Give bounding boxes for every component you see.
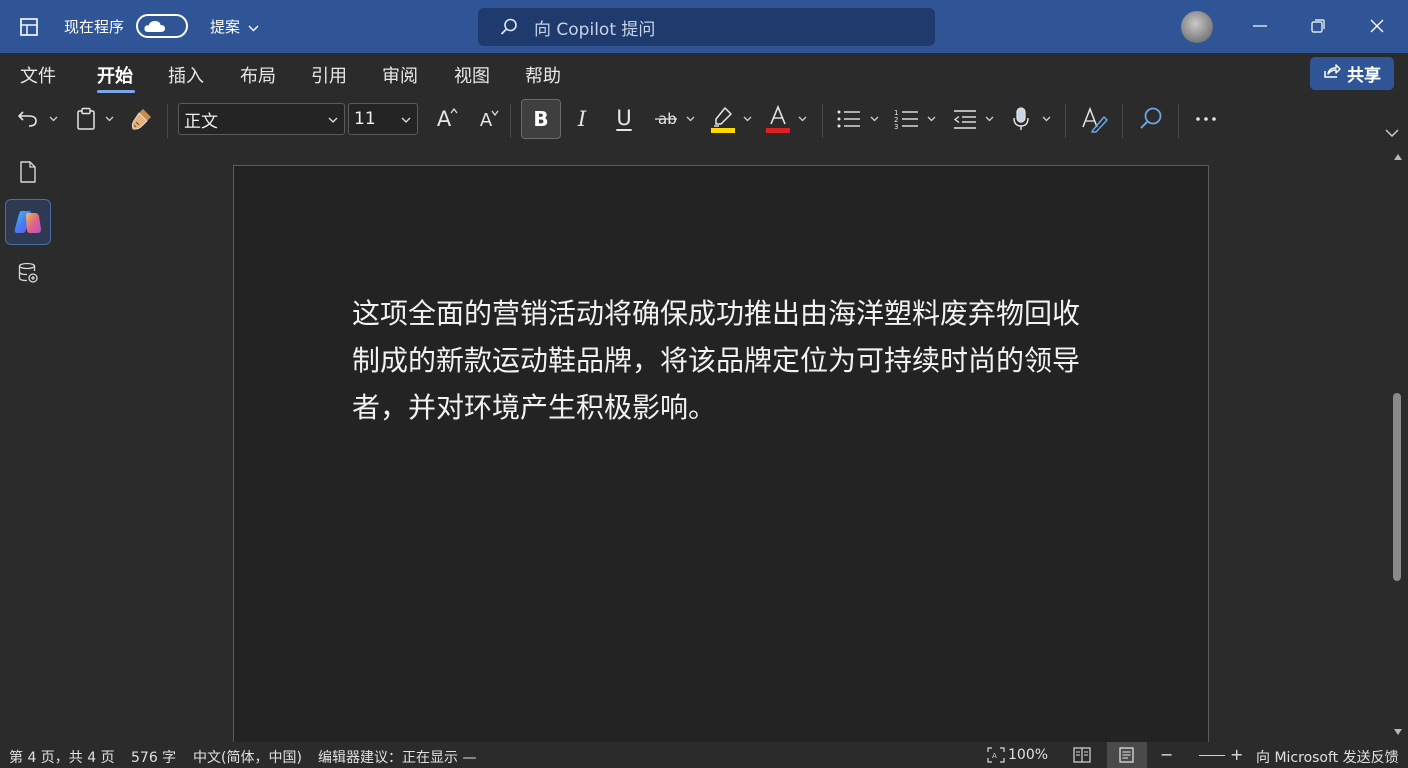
chevron-down-icon[interactable] xyxy=(685,114,695,124)
status-bar: 第 4 页，共 4 页 576 字 中文(简体，中国) 编辑器建议：正在显示 —… xyxy=(0,742,1408,768)
zoom-in-button[interactable]: + xyxy=(1230,745,1243,764)
chevron-down-icon[interactable] xyxy=(1041,114,1051,124)
chevron-down-icon xyxy=(248,18,259,36)
avatar[interactable] xyxy=(1181,11,1213,43)
chevron-down-icon[interactable] xyxy=(742,114,752,124)
language-indicator[interactable]: 中文(简体，中国) xyxy=(193,747,302,767)
undo-icon[interactable] xyxy=(16,106,40,130)
ribbon-collapse-chevron-icon[interactable] xyxy=(1385,128,1399,138)
proposal-menu[interactable]: 提案 xyxy=(210,16,259,37)
bold-icon: B xyxy=(533,107,549,131)
cloud-icon xyxy=(142,19,168,33)
tab-view[interactable]: 视图 xyxy=(454,62,490,88)
italic-button[interactable]: I xyxy=(570,106,594,132)
tab-file[interactable]: 文件 xyxy=(20,62,56,88)
feedback-link[interactable]: 向 Microsoft 发送反馈 xyxy=(1256,747,1399,767)
style-value: 正文 xyxy=(184,111,218,132)
svg-text:A: A xyxy=(992,752,997,760)
tab-references[interactable]: 引用 xyxy=(311,62,347,88)
close-icon[interactable] xyxy=(1364,13,1390,39)
clipboard-icon[interactable] xyxy=(74,106,98,132)
autosave-toggle[interactable] xyxy=(136,14,188,38)
search-icon xyxy=(498,16,520,38)
vertical-scrollbar[interactable] xyxy=(1388,146,1408,742)
proposal-label: 提案 xyxy=(210,18,241,36)
shrink-font-button[interactable]: A xyxy=(473,108,499,132)
font-size-dropdown[interactable]: 11 xyxy=(348,103,418,135)
svg-text:3: 3 xyxy=(894,123,898,130)
scrollbar-thumb[interactable] xyxy=(1393,393,1401,581)
copilot-search-box[interactable]: 向 Copilot 提问 xyxy=(478,8,935,46)
focus-icon[interactable]: A xyxy=(987,746,1005,764)
copilot-icon xyxy=(13,208,43,236)
underline-button[interactable]: U xyxy=(612,104,636,132)
style-dropdown[interactable]: 正文 xyxy=(178,103,345,135)
chevron-down-icon[interactable] xyxy=(984,114,994,124)
underline-icon: U xyxy=(616,106,632,130)
copilot-button[interactable] xyxy=(5,199,51,245)
zoom-out-button[interactable]: − xyxy=(1160,745,1173,764)
more-icon[interactable] xyxy=(1194,110,1218,128)
zoom-level[interactable]: 100% xyxy=(1008,747,1048,763)
italic-icon: I xyxy=(577,107,587,131)
format-painter-icon[interactable] xyxy=(128,105,154,133)
toolbar-separator xyxy=(1178,104,1179,138)
chevron-down-icon[interactable] xyxy=(797,114,807,124)
strikethrough-icon[interactable]: ab xyxy=(654,107,678,131)
app-grid-icon[interactable] xyxy=(18,16,40,38)
find-icon[interactable] xyxy=(1137,105,1165,133)
undo-dropdown-chevron-icon[interactable] xyxy=(48,114,58,124)
chevron-down-icon[interactable] xyxy=(926,114,936,124)
autosave-label: 现在程序 xyxy=(64,18,125,36)
highlight-color-swatch xyxy=(711,128,735,133)
read-mode-icon[interactable] xyxy=(1073,746,1091,764)
minimize-icon[interactable] xyxy=(1247,13,1273,39)
highlighter-icon[interactable] xyxy=(710,104,736,134)
chevron-down-icon[interactable] xyxy=(869,114,879,124)
active-tab-indicator xyxy=(97,90,135,93)
toolbar-separator xyxy=(510,104,511,138)
search-placeholder: 向 Copilot 提问 xyxy=(534,19,656,40)
font-size-value: 11 xyxy=(354,109,376,129)
page-info[interactable]: 第 4 页，共 4 页 xyxy=(9,747,115,767)
editor-suggestion-status[interactable]: 编辑器建议：正在显示 — xyxy=(318,747,476,767)
toolbar-separator xyxy=(1122,104,1123,138)
tab-review[interactable]: 审阅 xyxy=(382,62,418,88)
font-color-icon[interactable] xyxy=(765,103,791,134)
tab-insert[interactable]: 插入 xyxy=(168,62,204,88)
zoom-slider[interactable] xyxy=(1199,755,1225,756)
tab-layout[interactable]: 布局 xyxy=(240,62,276,88)
restore-icon[interactable] xyxy=(1305,13,1331,39)
document-page[interactable]: 这项全面的营销活动将确保成功推出由海洋塑料废弃物回收制成的新款运动鞋品牌，将该品… xyxy=(233,165,1209,742)
chevron-down-icon xyxy=(328,115,338,125)
share-label: 共享 xyxy=(1347,66,1381,86)
bold-button[interactable]: B xyxy=(521,99,561,139)
toolbar-separator xyxy=(167,104,168,138)
editor-icon[interactable] xyxy=(1080,104,1108,134)
share-icon xyxy=(1323,63,1341,84)
document-body-text[interactable]: 这项全面的营销活动将确保成功推出由海洋塑料废弃物回收制成的新款运动鞋品牌，将该品… xyxy=(352,290,1092,431)
chevron-down-icon xyxy=(401,115,411,125)
ribbon-tabs xyxy=(0,53,1408,96)
paste-dropdown-chevron-icon[interactable] xyxy=(104,114,114,124)
document-icon[interactable] xyxy=(16,160,40,184)
toolbar-separator xyxy=(1065,104,1066,138)
dictate-icon[interactable] xyxy=(1010,105,1032,133)
indent-icon[interactable] xyxy=(952,106,978,132)
print-layout-icon[interactable] xyxy=(1118,746,1136,764)
database-icon[interactable] xyxy=(16,261,40,285)
grow-font-button[interactable]: A xyxy=(430,106,458,132)
word-count[interactable]: 576 字 xyxy=(131,747,176,767)
share-button[interactable]: 共享 xyxy=(1310,57,1394,90)
toolbar-separator xyxy=(822,104,823,138)
bullets-icon[interactable] xyxy=(836,106,862,132)
numbering-icon[interactable]: 123 xyxy=(894,106,920,132)
document-canvas: 这项全面的营销活动将确保成功推出由海洋塑料废弃物回收制成的新款运动鞋品牌，将该品… xyxy=(56,146,1388,742)
tab-help[interactable]: 帮助 xyxy=(525,62,561,88)
tab-home[interactable]: 开始 xyxy=(97,62,133,88)
scroll-down-arrow-icon[interactable] xyxy=(1393,727,1403,737)
scroll-up-arrow-icon[interactable] xyxy=(1393,152,1403,162)
title-bar: 现在程序 提案 向 Copilot 提问 xyxy=(0,0,1408,53)
